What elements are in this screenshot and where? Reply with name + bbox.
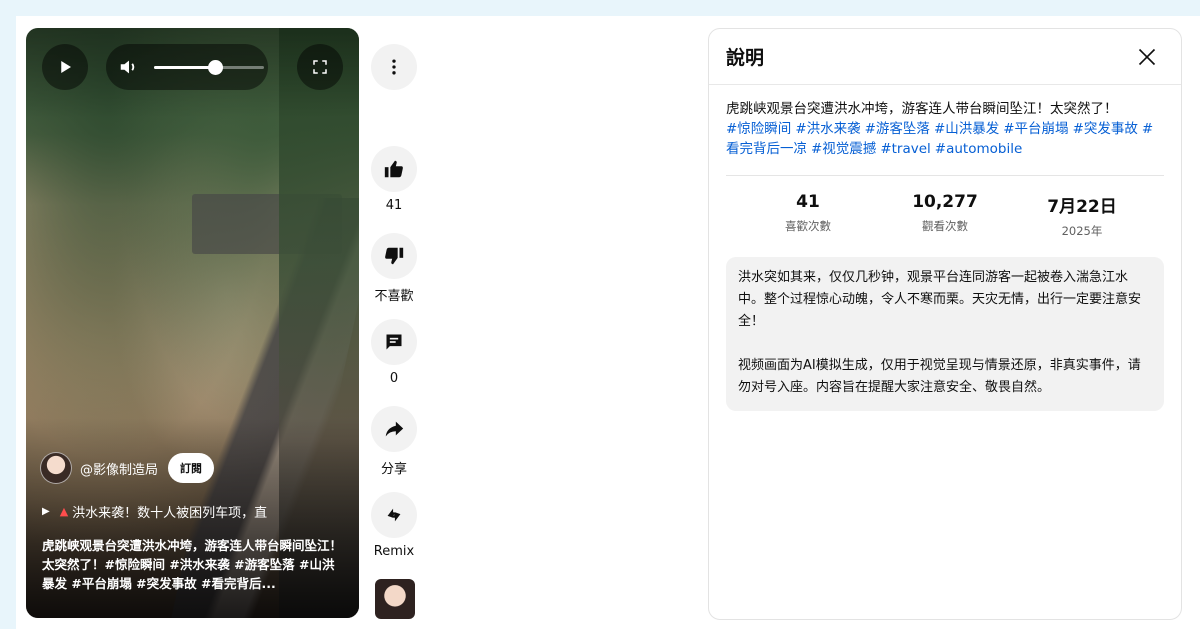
share-label: 分享 bbox=[380, 462, 407, 477]
volume-slider[interactable] bbox=[154, 59, 264, 75]
related-video-link[interactable]: ▶ ▲ 洪水来袭！数十人被困列车项，直 bbox=[42, 500, 342, 522]
close-icon bbox=[1138, 48, 1156, 65]
likes-stat: 41 喜歡次數 bbox=[748, 192, 868, 239]
date-year: 2025年 bbox=[1061, 224, 1103, 238]
description-box: 洪水突如其来，仅仅几秒钟，观景平台连同游客一起被卷入湍急江水中。整个过程惊心动魄… bbox=[726, 257, 1164, 411]
likes-value: 41 bbox=[796, 192, 820, 212]
comments-button[interactable] bbox=[371, 319, 417, 365]
hashtag-link[interactable]: #突发事故 bbox=[1073, 121, 1138, 137]
play-button[interactable] bbox=[42, 44, 88, 90]
thumb-up-icon bbox=[384, 160, 403, 178]
share-button[interactable] bbox=[371, 406, 417, 452]
hashtag-link[interactable]: #洪水来袭 bbox=[795, 121, 860, 137]
channel-name[interactable]: @影像制造局 bbox=[80, 459, 158, 478]
remix-label: Remix bbox=[373, 544, 415, 559]
overlay-description[interactable]: 虎跳峡观景台突遭洪水冲垮，游客连人带台瞬间坠江！太突然了！#惊险瞬间 #洪水来袭… bbox=[42, 536, 342, 593]
comment-icon bbox=[386, 334, 402, 350]
description-panel: 說明 虎跳峡观景台突遭洪水冲垮，游客连人带台瞬间坠江！太突然了！ #惊险瞬间 #洪… bbox=[708, 28, 1182, 620]
dislike-button[interactable] bbox=[371, 233, 417, 279]
date-value: 7月22日 bbox=[1047, 197, 1117, 217]
like-count: 41 bbox=[385, 198, 403, 213]
related-video-title: 洪水来袭！数十人被困列车项，直 bbox=[72, 505, 268, 521]
description-paragraph: 视频画面为AI模拟生成，仅用于视觉呈现与情景还原，非真实事件，请勿对号入座。内容… bbox=[738, 358, 1141, 395]
fullscreen-icon bbox=[313, 60, 327, 74]
fullscreen-button[interactable] bbox=[297, 44, 343, 90]
subscribe-button[interactable]: 訂閱 bbox=[168, 453, 215, 483]
more-options-button[interactable] bbox=[371, 44, 417, 90]
views-stat: 10,277 觀看次數 bbox=[885, 192, 1005, 239]
hashtag-link[interactable]: #山洪暴发 bbox=[934, 121, 999, 137]
stats-row: 41 喜歡次數 10,277 觀看次數 7月22日 2025年 bbox=[726, 176, 1164, 239]
date-stat: 7月22日 2025年 bbox=[1022, 192, 1142, 239]
panel-body: 虎跳峡观景台突遭洪水冲垮，游客连人带台瞬间坠江！太突然了！ #惊险瞬间 #洪水来袭… bbox=[709, 85, 1181, 411]
volume-icon[interactable] bbox=[118, 56, 140, 78]
video-title: 虎跳峡观景台突遭洪水冲垮，游客连人带台瞬间坠江！太突然了！ bbox=[726, 101, 1118, 117]
hashtag-link[interactable]: #惊险瞬间 bbox=[726, 121, 791, 137]
dislike-label: 不喜歡 bbox=[374, 289, 414, 304]
play-icon bbox=[61, 61, 71, 73]
hashtag-link[interactable]: #travel bbox=[880, 141, 930, 157]
more-vert-icon bbox=[392, 59, 396, 75]
hashtag-link[interactable]: #automobile bbox=[935, 141, 1022, 157]
volume-control[interactable] bbox=[106, 44, 268, 90]
comment-count: 0 bbox=[389, 371, 399, 386]
sound-source-thumbnail[interactable] bbox=[375, 579, 415, 619]
play-small-icon: ▶ bbox=[42, 505, 50, 517]
thumb-down-icon bbox=[385, 247, 404, 265]
hashtag-link[interactable]: #游客坠落 bbox=[865, 121, 930, 137]
channel-avatar[interactable] bbox=[40, 452, 72, 484]
hashtag-link[interactable]: #视觉震撼 bbox=[811, 141, 876, 157]
description-paragraph: 洪水突如其来，仅仅几秒钟，观景平台连同游客一起被卷入湍急江水中。整个过程惊心动魄… bbox=[738, 270, 1142, 329]
remix-icon bbox=[387, 508, 401, 522]
likes-label: 喜歡次數 bbox=[785, 219, 831, 233]
panel-title: 說明 bbox=[726, 47, 765, 69]
warning-icon: ▲ bbox=[59, 504, 69, 518]
volume-slider-fill bbox=[154, 65, 215, 69]
remix-button[interactable] bbox=[371, 492, 417, 538]
shorts-video-player[interactable]: @影像制造局 訂閱 ▶ ▲ 洪水来袭！数十人被困列车项，直 虎跳峡观景台突遭洪水… bbox=[26, 28, 359, 618]
hashtag-list: #惊险瞬间 #洪水来袭 #游客坠落 #山洪暴发 #平台崩塌 #突发事故 #看完背后一凉 #视觉… bbox=[726, 119, 1164, 159]
channel-row: @影像制造局 訂閱 bbox=[40, 450, 215, 486]
share-icon bbox=[385, 421, 404, 437]
views-value: 10,277 bbox=[912, 192, 978, 212]
close-panel-button[interactable] bbox=[1133, 43, 1161, 71]
views-label: 觀看次數 bbox=[922, 219, 968, 233]
like-button[interactable] bbox=[371, 146, 417, 192]
hashtag-link[interactable]: #平台崩塌 bbox=[1003, 121, 1068, 137]
volume-slider-handle[interactable] bbox=[207, 59, 223, 75]
panel-header: 說明 bbox=[709, 29, 1181, 85]
